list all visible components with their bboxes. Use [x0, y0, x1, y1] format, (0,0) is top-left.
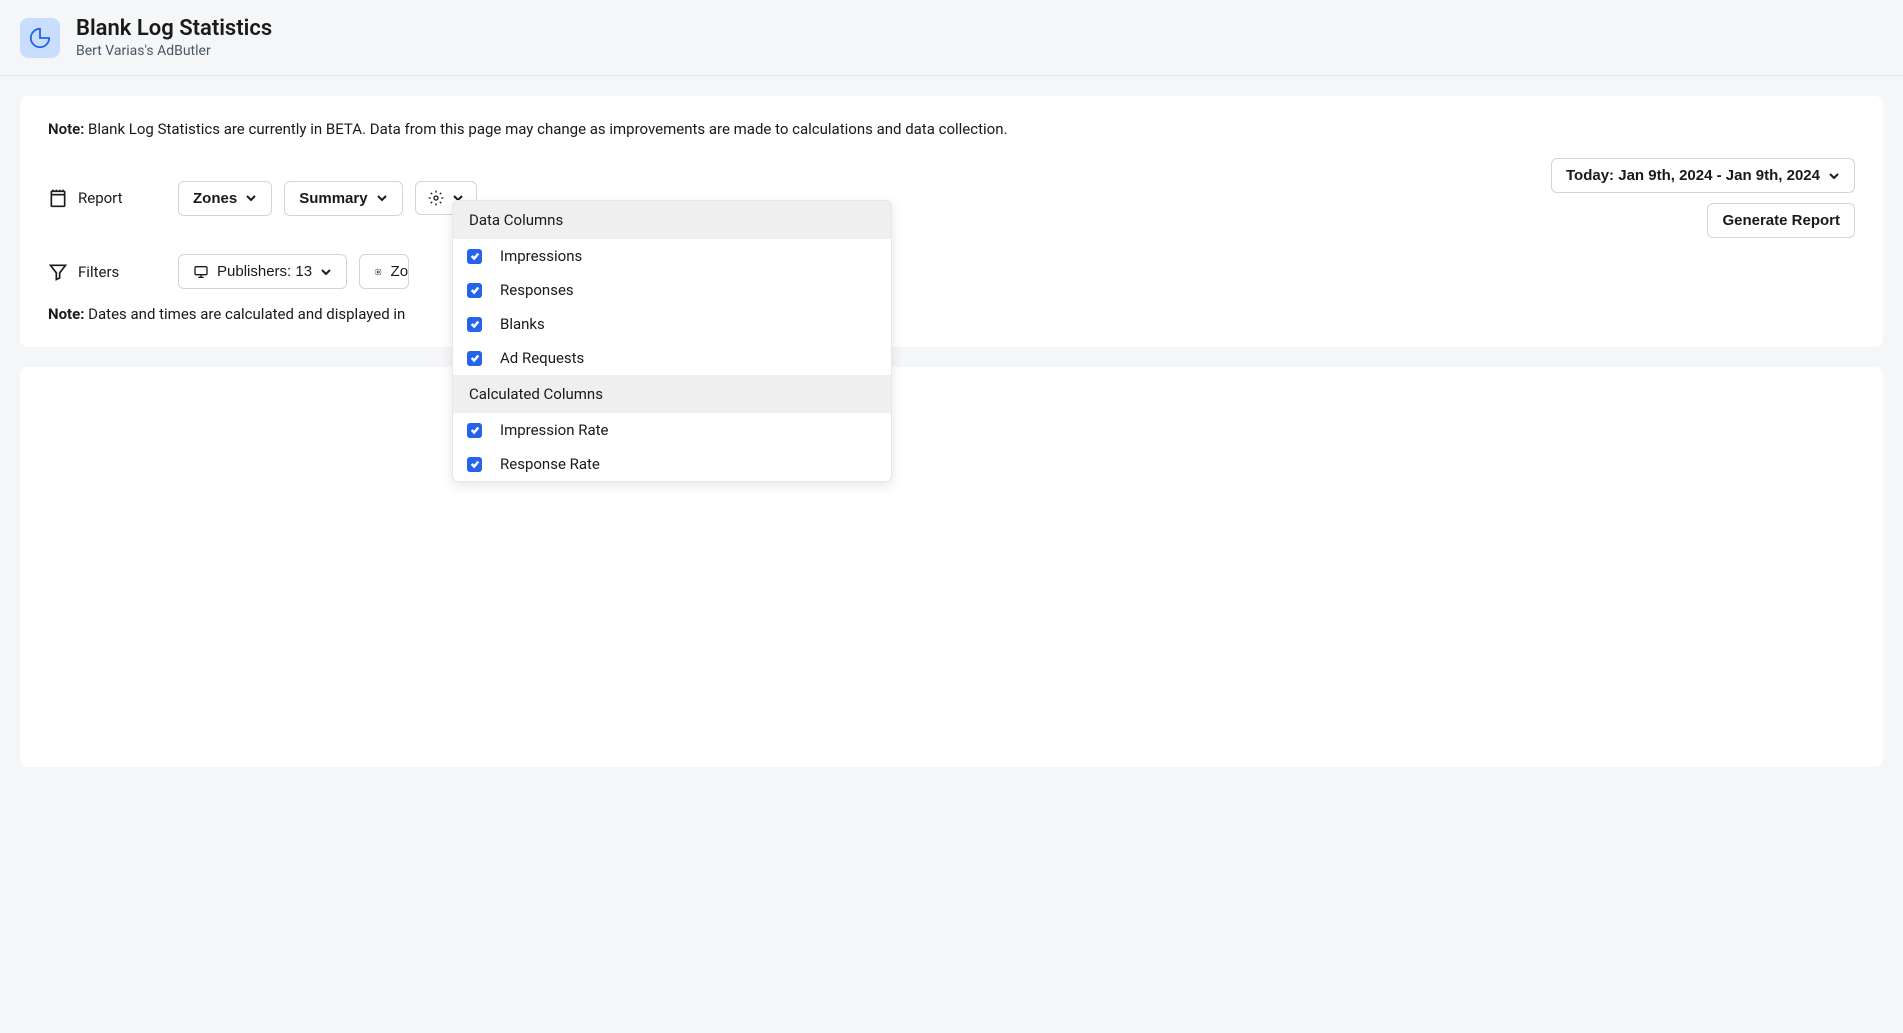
beta-note: Note: Blank Log Statistics are currently… [48, 120, 1855, 138]
report-label-text: Report [78, 189, 123, 207]
option-label: Blanks [500, 315, 545, 333]
page-header: Blank Log Statistics Bert Varias's AdBut… [0, 0, 1903, 76]
chevron-down-icon [1828, 170, 1840, 182]
zone-icon [374, 264, 382, 280]
filters-label-text: Filters [78, 263, 119, 281]
checkbox-checked-icon [467, 283, 482, 298]
option-label: Impression Rate [500, 421, 609, 439]
checkbox-checked-icon [467, 457, 482, 472]
monitor-icon [193, 264, 209, 280]
report-row: Report Zones Summary Today: Jan 9th, 202… [48, 158, 1855, 238]
option-label: Impressions [500, 247, 582, 265]
filters-row: Filters Publishers: 13 Zo [48, 254, 1855, 289]
chevron-down-icon [245, 192, 257, 204]
column-option-ad-requests[interactable]: Ad Requests [453, 341, 891, 375]
toolbar-right: Today: Jan 9th, 2024 - Jan 9th, 2024 Gen… [1551, 158, 1855, 238]
publishers-filter-label: Publishers: 13 [217, 263, 312, 280]
column-option-response-rate[interactable]: Response Rate [453, 447, 891, 481]
calculated-columns-header: Calculated Columns [453, 375, 891, 413]
option-label: Response Rate [500, 455, 600, 473]
gear-icon [428, 190, 444, 206]
page-subtitle: Bert Varias's AdButler [76, 43, 272, 59]
summary-dropdown-button[interactable]: Summary [284, 181, 402, 216]
note-text: Dates and times are calculated and displ… [84, 305, 405, 323]
data-columns-header: Data Columns [453, 201, 891, 239]
column-option-impressions[interactable]: Impressions [453, 239, 891, 273]
note-label: Note: [48, 305, 84, 323]
checkbox-checked-icon [467, 317, 482, 332]
note-label: Note: [48, 120, 84, 138]
generate-report-button[interactable]: Generate Report [1707, 203, 1855, 238]
pie-chart-icon [20, 18, 60, 58]
date-range-label: Today: Jan 9th, 2024 - Jan 9th, 2024 [1566, 167, 1820, 184]
zones-filter-button[interactable]: Zo [359, 254, 409, 289]
option-label: Responses [500, 281, 574, 299]
filter-icon [48, 262, 68, 282]
date-range-button[interactable]: Today: Jan 9th, 2024 - Jan 9th, 2024 [1551, 158, 1855, 193]
report-label: Report [48, 188, 138, 208]
checkbox-checked-icon [467, 351, 482, 366]
filters-label: Filters [48, 262, 138, 282]
generate-report-label: Generate Report [1722, 212, 1840, 229]
timezone-note: Note: Dates and times are calculated and… [48, 305, 1855, 323]
controls-card: Note: Blank Log Statistics are currently… [20, 96, 1883, 347]
column-option-impression-rate[interactable]: Impression Rate [453, 413, 891, 447]
summary-button-label: Summary [299, 190, 367, 207]
option-label: Ad Requests [500, 349, 584, 367]
page-title: Blank Log Statistics [76, 16, 272, 41]
zones-button-label: Zones [193, 190, 237, 207]
chevron-down-icon [376, 192, 388, 204]
publishers-filter-button[interactable]: Publishers: 13 [178, 254, 347, 289]
report-icon [48, 188, 68, 208]
column-option-responses[interactable]: Responses [453, 273, 891, 307]
results-card [20, 367, 1883, 767]
column-option-blanks[interactable]: Blanks [453, 307, 891, 341]
zones-dropdown-button[interactable]: Zones [178, 181, 272, 216]
checkbox-checked-icon [467, 249, 482, 264]
note-text: Blank Log Statistics are currently in BE… [84, 120, 1007, 138]
header-text: Blank Log Statistics Bert Varias's AdBut… [76, 16, 272, 59]
columns-dropdown: Data Columns Impressions Responses Blank… [452, 200, 892, 482]
chevron-down-icon [320, 266, 332, 278]
zones-filter-label: Zo [391, 263, 409, 280]
checkbox-checked-icon [467, 423, 482, 438]
